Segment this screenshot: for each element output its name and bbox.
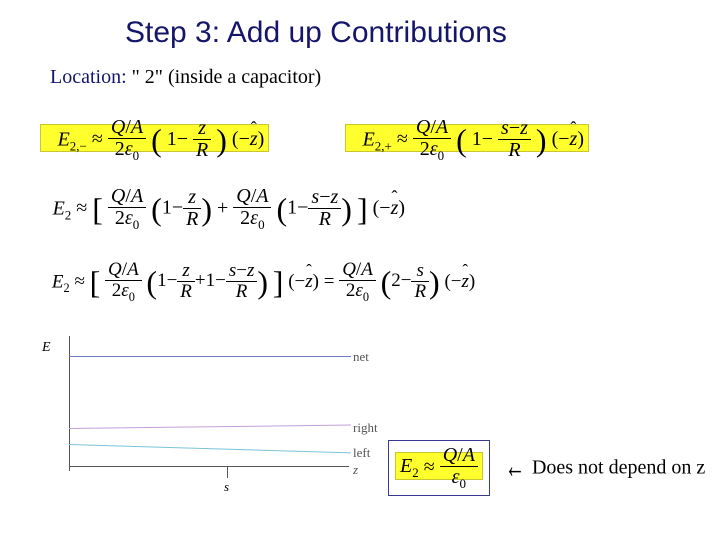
sym-sub-2p: 2,+ bbox=[375, 138, 392, 153]
field-graph: E net right left z s bbox=[45, 336, 370, 496]
eq-e2-combined: ☐E2 ≈ Q/A2ε0 1−zR+1−s−zR (−z) = Q/A2ε0 2… bbox=[40, 260, 475, 304]
sym-sub-2m: 2,− bbox=[70, 138, 87, 153]
location-line: Location: " 2" (inside a capacitor) bbox=[50, 66, 321, 89]
location-label: Location: bbox=[50, 66, 127, 88]
eq-final: E2 ≈ Q/A ε0 ← Does not depend on z bbox=[388, 440, 705, 496]
graph-line-net bbox=[69, 356, 351, 357]
sym-E: E bbox=[58, 128, 70, 150]
bracket-close bbox=[357, 198, 368, 220]
eq-e2-sum: ☐E2 ≈ Q/A2ε0 1−zR + Q/A2ε0 1−s−zR (−z) bbox=[40, 186, 405, 232]
graph-label-left: left bbox=[353, 445, 370, 461]
location-value: " 2" (inside a capacitor) bbox=[132, 66, 322, 88]
frac-qa-e0-final: Q/A ε0 bbox=[440, 445, 478, 491]
paren-close bbox=[216, 129, 227, 151]
graph-label-right: right bbox=[353, 420, 378, 436]
slide-title: Step 3: Add up Contributions bbox=[125, 16, 507, 50]
graph-label-net: net bbox=[353, 349, 369, 365]
paren-open bbox=[151, 129, 162, 151]
graph-tick-s bbox=[227, 466, 228, 478]
graph-label-z: z bbox=[353, 462, 358, 478]
graph-line-right bbox=[69, 425, 351, 429]
final-note: Does not depend on z bbox=[532, 456, 705, 478]
frac-qa-2e0-a: Q/A 2ε0 bbox=[108, 117, 146, 163]
graph-line-left bbox=[69, 444, 351, 453]
eq-e2minus: ☐E2,− ≈ Q/A 2ε0 1− zR (−z) bbox=[40, 117, 269, 163]
frac-qa-2e0-b: Q/A 2ε0 bbox=[413, 117, 451, 163]
graph-tick-s-label: s bbox=[224, 479, 229, 495]
arrow-left-icon: ← bbox=[505, 447, 525, 488]
graph-xaxis bbox=[69, 466, 349, 467]
bracket-open bbox=[92, 198, 103, 220]
sym-approx: ≈ bbox=[92, 128, 103, 151]
graph-ylabel: E bbox=[42, 340, 51, 356]
eq-e2plus: ☐E2,+ ≈ Q/A 2ε0 1− s−zR (−z) bbox=[345, 117, 589, 163]
sym-sub-2: 2 bbox=[65, 207, 72, 222]
